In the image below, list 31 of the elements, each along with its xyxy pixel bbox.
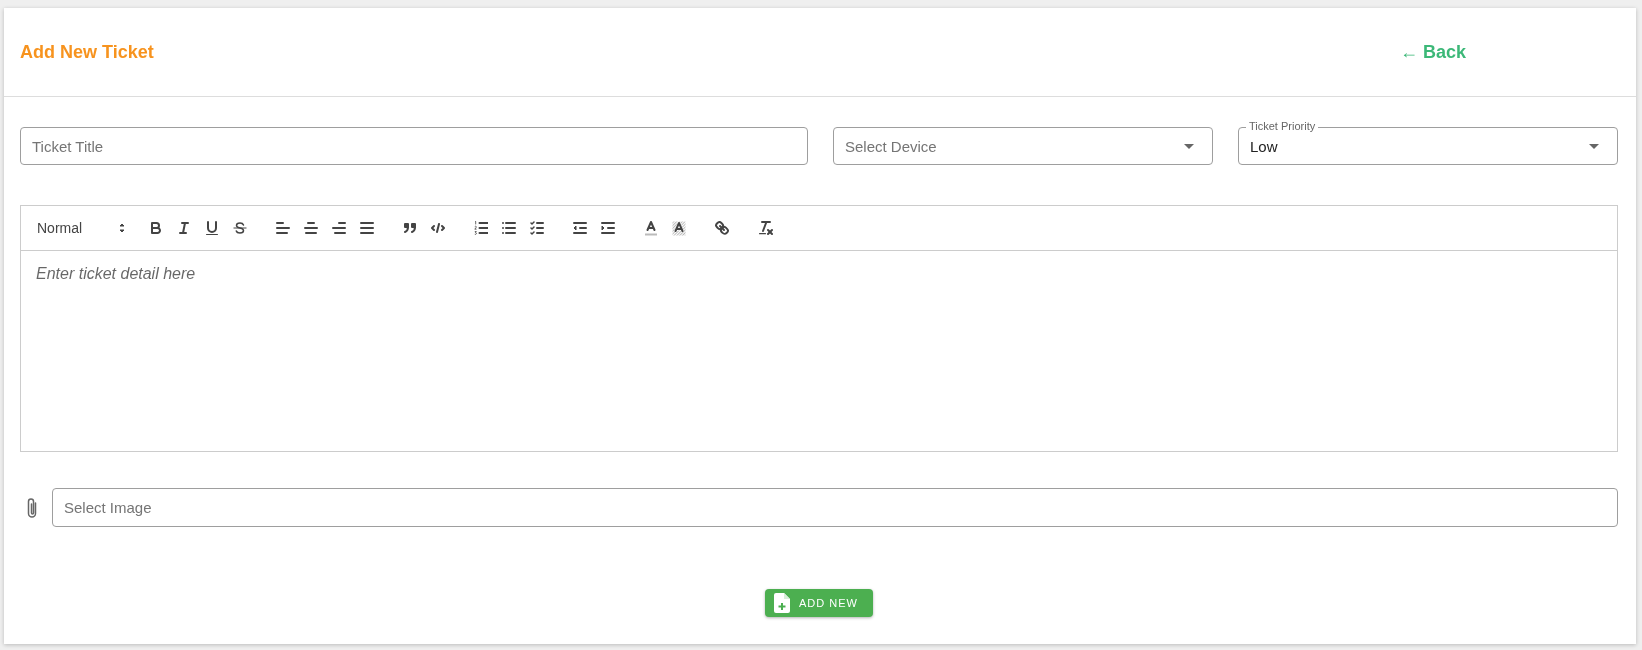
file-plus-icon xyxy=(774,593,790,613)
field-label: Ticket Priority xyxy=(1246,119,1319,133)
italic-icon[interactable] xyxy=(179,222,189,234)
align-left-icon[interactable] xyxy=(276,222,290,234)
code-icon[interactable] xyxy=(431,223,445,233)
clear-format-icon[interactable] xyxy=(757,220,773,236)
link-icon[interactable] xyxy=(715,221,729,235)
indent-icon[interactable] xyxy=(601,222,615,234)
highlight-color-icon[interactable] xyxy=(672,220,686,236)
text-field[interactable]: Ticket Title xyxy=(20,127,808,165)
strikethrough-icon[interactable] xyxy=(233,222,247,234)
bullet-list-icon[interactable] xyxy=(502,222,516,234)
numbered-list-icon[interactable] xyxy=(473,221,489,235)
outdent-icon[interactable] xyxy=(573,222,587,234)
file-field[interactable]: Select Image xyxy=(52,488,1618,527)
dropdown-field[interactable]: Select Device xyxy=(833,127,1213,165)
format-picker[interactable]: Normal xyxy=(29,216,127,240)
sort-arrows-icon xyxy=(119,223,125,233)
underline-icon[interactable] xyxy=(206,221,218,235)
paperclip-icon[interactable] xyxy=(25,496,39,519)
checklist-icon[interactable] xyxy=(530,221,544,235)
align-justify-icon[interactable] xyxy=(360,222,374,234)
caret-icon xyxy=(1589,144,1599,149)
editor-field[interactable]: Enter ticket detail here xyxy=(21,251,1617,451)
page-title: Add New Ticket xyxy=(20,40,154,64)
align-right-icon[interactable] xyxy=(332,222,346,234)
quote-icon[interactable] xyxy=(404,223,416,233)
align-center-icon[interactable] xyxy=(304,222,318,234)
bold-icon[interactable] xyxy=(151,222,161,234)
caret-icon xyxy=(1184,144,1194,149)
text-color-icon[interactable] xyxy=(644,220,658,236)
